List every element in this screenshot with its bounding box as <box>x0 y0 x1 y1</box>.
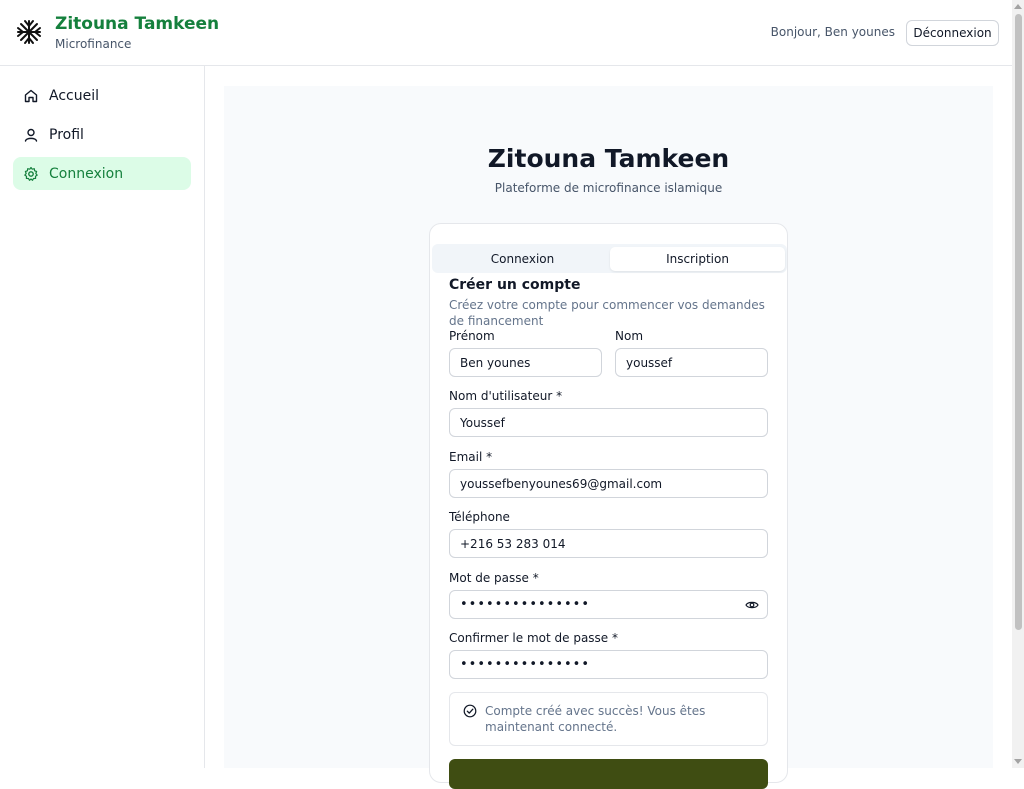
scroll-up-icon[interactable] <box>1014 4 1022 9</box>
tree-logo-icon <box>17 20 41 44</box>
app-header: Zitouna Tamkeen Microfinance Bonjour, Be… <box>0 0 1012 66</box>
scrollbar-thumb[interactable] <box>1015 14 1022 630</box>
email-label: Email * <box>449 450 493 464</box>
scroll-down-icon[interactable] <box>1014 759 1022 764</box>
password-label: Mot de passe * <box>449 571 539 585</box>
eye-icon[interactable] <box>745 598 759 612</box>
phone-input[interactable]: +216 53 283 014 <box>449 529 768 558</box>
tab-connexion[interactable]: Connexion <box>435 247 610 271</box>
first-name-label: Prénom <box>449 329 495 343</box>
password-input[interactable]: ••••••••••••••• <box>449 590 768 619</box>
last-name-label: Nom <box>615 329 644 343</box>
sidebar: Accueil Profil Connexion <box>0 66 205 768</box>
card-description: Créez votre compte pour commencer vos de… <box>449 298 765 328</box>
page-subtitle: Plateforme de microfinance islamique <box>494 181 723 195</box>
last-name-input[interactable]: youssef <box>615 348 768 377</box>
confirm-password-input[interactable]: ••••••••••••••• <box>449 650 768 679</box>
user-greeting: Bonjour, Ben younes <box>770 25 895 39</box>
sidebar-item-profil[interactable]: Profil <box>13 118 191 151</box>
main-content: Zitouna Tamkeen Plateforme de microfinan… <box>224 86 993 789</box>
auth-tabs: Connexion Inscription <box>432 244 787 273</box>
success-alert: Compte créé avec succès! Vous êtes maint… <box>449 692 768 746</box>
password-value: ••••••••••••••• <box>460 597 591 612</box>
sidebar-item-label: Connexion <box>49 165 124 182</box>
sidebar-item-accueil[interactable]: Accueil <box>13 79 191 112</box>
phone-label: Téléphone <box>449 510 510 524</box>
gear-icon <box>23 166 39 182</box>
brand-subtitle: Microfinance <box>55 37 132 51</box>
check-circle-icon <box>463 704 477 718</box>
sidebar-item-connexion[interactable]: Connexion <box>13 157 191 190</box>
submit-button[interactable] <box>449 759 768 789</box>
card-title: Créer un compte <box>449 277 581 293</box>
page-scrollbar[interactable] <box>1012 0 1024 768</box>
email-input[interactable]: youssefbenyounes69@gmail.com <box>449 469 768 498</box>
username-input[interactable]: Youssef <box>449 408 768 437</box>
username-label: Nom d'utilisateur * <box>449 389 563 403</box>
brand-title: Zitouna Tamkeen <box>55 14 220 34</box>
success-message: Compte créé avec succès! Vous êtes maint… <box>485 704 706 734</box>
logout-button[interactable]: Déconnexion <box>906 20 999 46</box>
auth-card: Connexion Inscription Créer un compte Cr… <box>429 223 788 789</box>
tab-inscription[interactable]: Inscription <box>610 247 785 271</box>
home-icon <box>23 88 39 104</box>
first-name-input[interactable]: Ben younes <box>449 348 602 377</box>
sidebar-item-label: Accueil <box>49 87 99 104</box>
confirm-password-label: Confirmer le mot de passe * <box>449 631 618 645</box>
user-icon <box>23 127 39 143</box>
sidebar-item-label: Profil <box>49 126 84 143</box>
page-title: Zitouna Tamkeen <box>487 144 730 173</box>
